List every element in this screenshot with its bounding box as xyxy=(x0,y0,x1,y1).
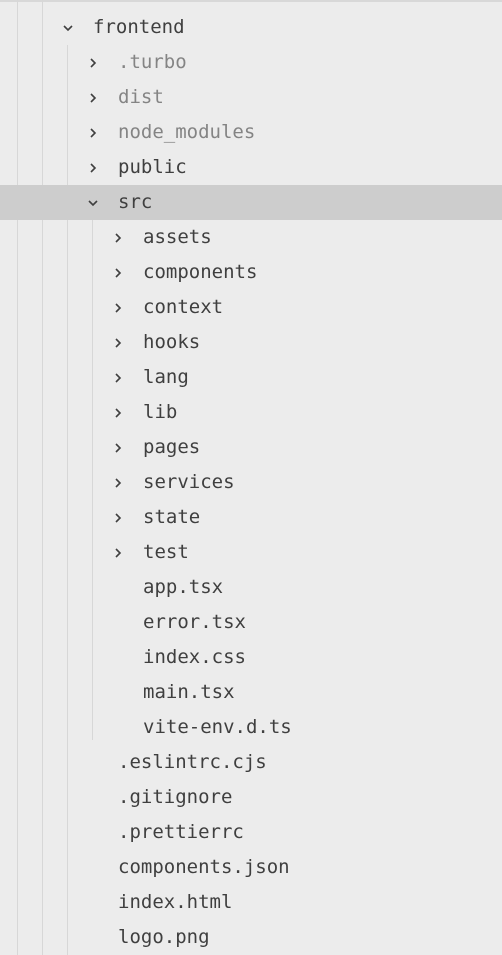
tree-folder-test[interactable]: test xyxy=(0,535,502,570)
chevron-right-icon[interactable] xyxy=(85,115,101,150)
chevron-right-icon[interactable] xyxy=(110,465,126,500)
tree-folder-assets[interactable]: assets xyxy=(0,220,502,255)
chevron-right-icon[interactable] xyxy=(110,360,126,395)
panel-top-border xyxy=(0,0,502,2)
tree-file-eslintrc[interactable]: .eslintrc.cjs xyxy=(0,745,502,780)
tree-folder-node-modules[interactable]: node_modules xyxy=(0,115,502,150)
tree-item-label: assets xyxy=(143,226,212,248)
tree-folder-frontend[interactable]: frontend xyxy=(0,10,502,45)
tree-file-prettierrc[interactable]: .prettierrc xyxy=(0,815,502,850)
tree-item-label: services xyxy=(143,471,235,493)
chevron-right-icon[interactable] xyxy=(110,290,126,325)
tree-folder-public[interactable]: public xyxy=(0,150,502,185)
tree-item-label: .eslintrc.cjs xyxy=(118,751,267,773)
tree-folder-components[interactable]: components xyxy=(0,255,502,290)
tree-folder-lib[interactable]: lib xyxy=(0,395,502,430)
tree-folder-pages[interactable]: pages xyxy=(0,430,502,465)
chevron-right-icon[interactable] xyxy=(85,150,101,185)
tree-item-label: hooks xyxy=(143,331,201,353)
chevron-right-icon[interactable] xyxy=(110,220,126,255)
tree-item-label: .gitignore xyxy=(118,786,233,808)
tree-folder-services[interactable]: services xyxy=(0,465,502,500)
tree-item-label: dist xyxy=(118,86,164,108)
chevron-right-icon[interactable] xyxy=(110,325,126,360)
tree-item-label: lang xyxy=(143,366,189,388)
tree-item-label: main.tsx xyxy=(143,681,235,703)
tree-item-label: .prettierrc xyxy=(118,821,244,843)
tree-file-index-css[interactable]: index.css xyxy=(0,640,502,675)
tree-folder-hooks[interactable]: hooks xyxy=(0,325,502,360)
tree-file-main-tsx[interactable]: main.tsx xyxy=(0,675,502,710)
tree-folder-context[interactable]: context xyxy=(0,290,502,325)
tree-item-label: components.json xyxy=(118,856,290,878)
tree-file-error-tsx[interactable]: error.tsx xyxy=(0,605,502,640)
tree-item-label: node_modules xyxy=(118,121,256,143)
tree-item-label: vite-env.d.ts xyxy=(143,716,292,738)
tree-folder-dist[interactable]: dist xyxy=(0,80,502,115)
tree-folder-state[interactable]: state xyxy=(0,500,502,535)
tree-item-label: logo.png xyxy=(118,926,210,948)
tree-item-label: public xyxy=(118,156,187,178)
tree-item-label: app.tsx xyxy=(143,576,224,598)
tree-item-label: frontend xyxy=(93,16,185,38)
tree-item-label: index.css xyxy=(143,646,246,668)
tree-item-label: src xyxy=(118,191,153,213)
tree-item-label: .turbo xyxy=(118,51,187,73)
tree-file-components-json[interactable]: components.json xyxy=(0,850,502,885)
chevron-down-icon[interactable] xyxy=(60,10,76,45)
tree-file-vite-env[interactable]: vite-env.d.ts xyxy=(0,710,502,745)
chevron-right-icon[interactable] xyxy=(110,430,126,465)
tree-file-gitignore[interactable]: .gitignore xyxy=(0,780,502,815)
project-tree: frontend .turbo dist node_modules public… xyxy=(0,10,502,955)
tree-item-label: lib xyxy=(143,401,178,423)
tree-item-label: context xyxy=(143,296,224,318)
tree-file-logo-png[interactable]: logo.png xyxy=(0,920,502,955)
chevron-right-icon[interactable] xyxy=(110,535,126,570)
tree-folder-src[interactable]: src xyxy=(0,185,502,220)
chevron-right-icon[interactable] xyxy=(85,45,101,80)
tree-folder-lang[interactable]: lang xyxy=(0,360,502,395)
tree-file-index-html[interactable]: index.html xyxy=(0,885,502,920)
chevron-right-icon[interactable] xyxy=(110,395,126,430)
chevron-right-icon[interactable] xyxy=(110,500,126,535)
tree-item-label: index.html xyxy=(118,891,233,913)
chevron-right-icon[interactable] xyxy=(110,255,126,290)
tree-item-label: error.tsx xyxy=(143,611,246,633)
tree-item-label: components xyxy=(143,261,258,283)
tree-file-app-tsx[interactable]: app.tsx xyxy=(0,570,502,605)
chevron-right-icon[interactable] xyxy=(85,80,101,115)
chevron-down-icon[interactable] xyxy=(85,185,101,220)
tree-item-label: state xyxy=(143,506,201,528)
tree-item-label: pages xyxy=(143,436,201,458)
tree-item-label: test xyxy=(143,541,189,563)
tree-folder-turbo[interactable]: .turbo xyxy=(0,45,502,80)
